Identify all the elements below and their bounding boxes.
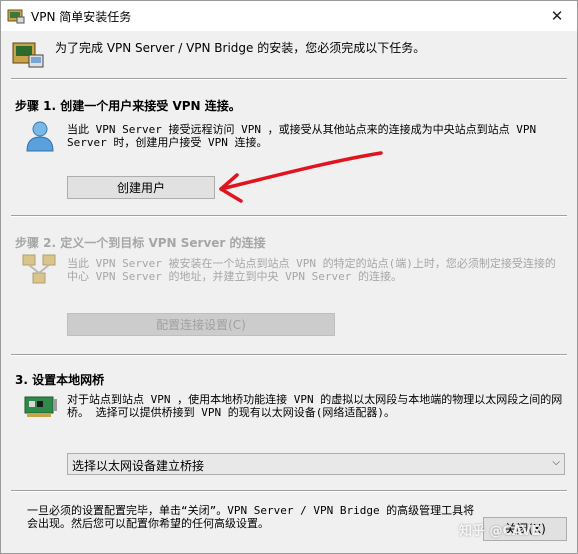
divider — [11, 215, 567, 217]
step3-description: 对于站点到站点 VPN ，使用本地桥功能连接 VPN 的虚拟以太网段与本地端的物… — [67, 393, 563, 419]
configure-connection-button[interactable]: 配置连接设置(C) — [67, 313, 335, 336]
intro-text: 为了完成 VPN Server / VPN Bridge 的安装，您必须完成以下… — [55, 41, 426, 55]
window-title: VPN 简单安装任务 — [31, 10, 132, 24]
step1-title: 步骤 1. 创建一个用户来接受 VPN 连接。 — [15, 99, 241, 113]
ethernet-device-select[interactable]: 选择以太网设备建立桥接 ⌵ — [67, 453, 565, 475]
divider — [11, 78, 567, 80]
chevron-down-icon[interactable]: ⌵ — [552, 457, 560, 468]
network-connection-icon — [22, 254, 56, 284]
step2-description: 当此 VPN Server 被安装在一个站点到站点 VPN 的特定的站点(端)上… — [67, 257, 556, 283]
close-window-button[interactable]: ✕ — [547, 6, 567, 26]
step1-description: 当此 VPN Server 接受远程访问 VPN ，或接受从其他站点来的连接成为… — [67, 123, 537, 149]
watermark: 知乎 @CAVE — [459, 524, 541, 539]
user-icon — [26, 121, 54, 152]
create-user-button[interactable]: 创建用户 — [67, 176, 215, 199]
footer-text: 一旦必须的设置配置完毕，单击“关闭”。VPN Server / VPN Brid… — [27, 504, 475, 530]
network-adapter-icon — [24, 396, 57, 417]
dialog-window: VPN 简单安装任务 ✕ 为了完成 VPN Server / VPN Bridg… — [0, 0, 578, 554]
step3-title: 3. 设置本地网桥 — [15, 373, 105, 387]
annotation-arrow — [219, 151, 383, 203]
server-setup-icon — [12, 42, 44, 68]
title-bar: VPN 简单安装任务 ✕ — [1, 1, 577, 31]
divider — [11, 354, 567, 356]
divider — [11, 490, 567, 492]
ethernet-device-select-value: 选择以太网设备建立桥接 — [72, 459, 205, 473]
step2-title: 步骤 2. 定义一个到目标 VPN Server 的连接 — [15, 236, 266, 250]
vpn-app-icon — [7, 9, 25, 24]
